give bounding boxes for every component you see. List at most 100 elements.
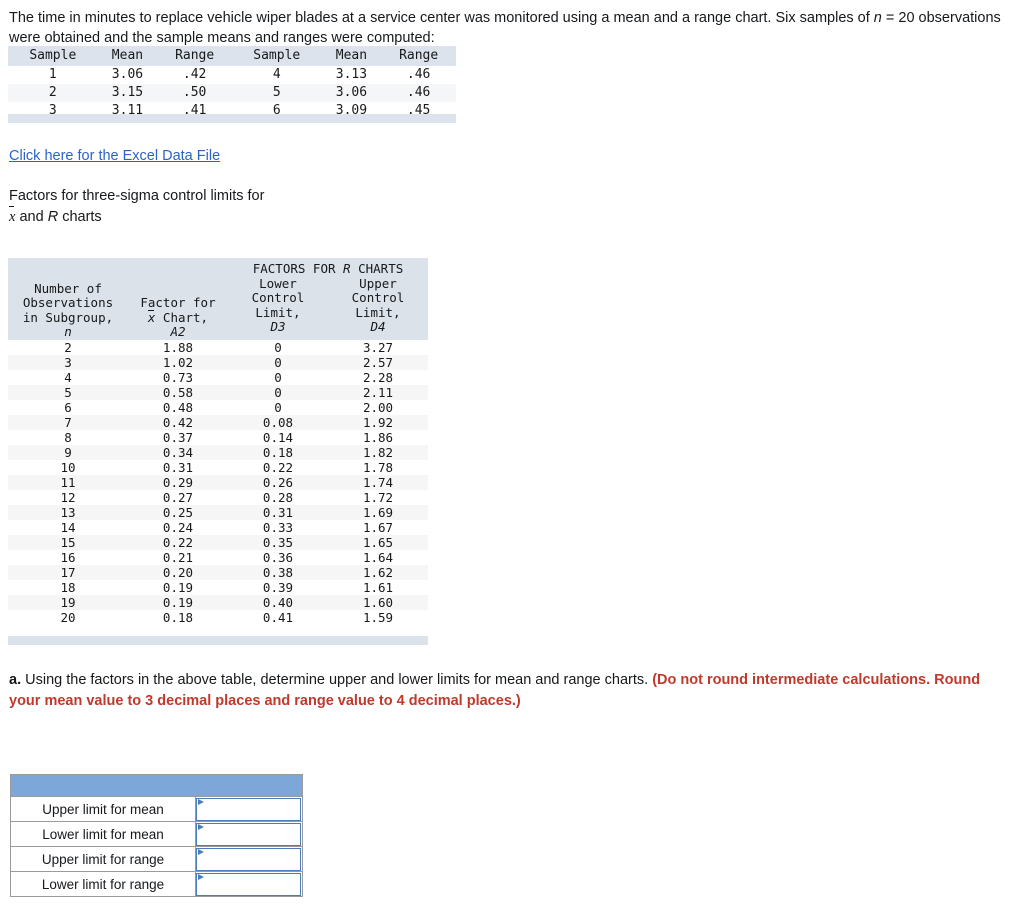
cell-n: 9 [64,444,72,460]
cell-n: 3 [64,354,72,370]
cell-d4: 1.67 [362,519,394,535]
cell-d3: 0.36 [262,549,294,565]
worksheet-page: The time in minutes to replace vehicle w… [0,0,1024,922]
cell-n: 19 [60,594,76,610]
cell-d3: 0 [274,369,282,385]
cell-d3: 0.38 [262,564,294,580]
answer-input-field[interactable] [196,847,301,871]
cell-d4: 1.59 [362,609,394,625]
answer-table-header-bar [10,774,303,797]
table-row: 10 0.31 0.22 1.78 [8,460,428,475]
factors-col3-header: Lower Control Limit, D3 [227,276,328,340]
cell-d3: 0.26 [262,474,294,490]
cell-a2: 0.48 [162,399,194,415]
cell-mean-1: 3.06 [111,67,144,82]
table-row: 6 0.48 0 2.00 [8,400,428,415]
table-row: 4 0.73 0 2.28 [8,370,428,385]
cell-d4: 1.64 [362,549,394,565]
cell-d3: 0 [274,384,282,400]
cell-n: 17 [60,564,76,580]
cell-n: 16 [60,549,76,565]
table-row: 9 0.34 0.18 1.82 [8,444,428,460]
answer-input-cell[interactable] [195,871,303,897]
factors-table-footer-bar [8,636,428,645]
col3-line3: Limit, [255,304,301,320]
cell-n: 2 [64,339,72,355]
cell-a2: 0.25 [162,504,194,520]
col-header-mean-1: Mean [97,46,158,66]
cell-n: 10 [60,459,76,475]
x-bar-symbol: x [9,206,15,228]
span-header-r: R [343,261,351,276]
factors-span-header-row: Number of Observations in Subgroup, n Fa… [8,258,428,340]
triangle-marker-icon [198,848,204,855]
answer-entry-table: Upper limit for mean Lower limit for mean… [10,774,303,897]
col2-line1: Factor for [140,295,216,310]
factors-table-body: 2 1.88 0 3.27 3 1.02 0 2.57 4 0.73 0 2.28 5 0.58 0 2.11… [8,340,428,625]
col4-symbol-d4: D4 [370,319,386,334]
col3-symbol-d3: D3 [270,319,286,334]
table-row: 2 3.15 .50 5 3.06 .46 [8,84,456,102]
cell-d4: 2.57 [362,354,394,370]
answer-input-cell[interactable] [195,796,303,822]
table-row: 7 0.42 0.08 1.92 [8,414,428,430]
col2-x-bar-symbol: x [147,309,156,325]
col-header-mean-2: Mean [321,46,382,66]
cell-d3: 0.35 [262,534,294,550]
col4-line3: Limit, [355,304,401,320]
cell-n: 11 [60,474,76,490]
col1-line1: Number of [34,280,102,296]
cell-d3: 0 [274,339,282,355]
cell-range-1: .42 [182,67,207,82]
col-header-range-2: Range [381,46,456,66]
table-row: 17 0.20 0.38 1.62 [8,564,428,580]
answer-input-field[interactable] [196,797,301,821]
cell-d4: 1.61 [362,579,394,595]
cell-d4: 2.00 [362,399,394,415]
answer-table-header-row [10,774,303,797]
table-row: 11 0.29 0.26 1.74 [8,474,428,490]
sample-data-table: Sample Mean Range Sample Mean Range 1 3.… [8,46,456,120]
cell-d3: 0.31 [262,504,294,520]
cell-a2: 1.02 [162,354,194,370]
answer-row-label: Lower limit for range [10,871,196,897]
triangle-marker-icon [198,873,204,880]
cell-a2: 0.19 [162,594,194,610]
table-row: 5 0.58 0 2.11 [8,384,428,400]
answer-input-cell[interactable] [195,846,303,872]
cell-a2: 1.88 [162,339,194,355]
table-row: 16 0.21 0.36 1.64 [8,550,428,565]
factors-caption-line1: Factors for three-sigma control limits f… [9,188,265,204]
cell-d4: 1.86 [362,429,394,445]
table-row: 1 3.06 .42 4 3.13 .46 [8,66,456,84]
cell-n: 20 [60,609,76,625]
cell-a2: 0.29 [162,474,194,490]
cell-d3: 0.22 [262,459,294,475]
col2-line2-post: Chart, [155,309,209,325]
cell-a2: 0.22 [162,534,194,550]
table-row: 14 0.24 0.33 1.67 [8,520,428,535]
sample-data-table-footer-bar [8,114,456,123]
cell-a2: 0.58 [162,384,194,400]
factors-r-charts-span-header: FACTORS FOR R CHARTS [227,258,428,277]
control-limit-factors-table: Number of Observations in Subgroup, n Fa… [8,258,428,625]
answer-input-field[interactable] [196,822,301,846]
answer-row: Upper limit for range [10,846,303,872]
cell-n: 15 [60,534,76,550]
table-row: 20 0.18 0.41 1.59 [8,610,428,625]
excel-data-file-link[interactable]: Click here for the Excel Data File [9,148,220,164]
answer-input-cell[interactable] [195,821,303,847]
col1-symbol-n: n [64,324,72,339]
question-a-label: a. [9,672,22,688]
cell-d4: 2.11 [362,384,394,400]
charts-text: charts [58,209,102,225]
question-a: a. Using the factors in the above table,… [9,670,1014,712]
answer-input-field[interactable] [196,872,301,896]
table-row: 2 1.88 0 3.27 [8,340,428,355]
factors-caption: Factors for three-sigma control limits f… [9,186,264,228]
triangle-marker-icon [198,798,204,805]
cell-sample-2: 2 [48,85,57,100]
cell-d3: 0.40 [262,594,294,610]
cell-n: 4 [64,369,72,385]
factors-col1-header: Number of Observations in Subgroup, n [8,258,128,340]
